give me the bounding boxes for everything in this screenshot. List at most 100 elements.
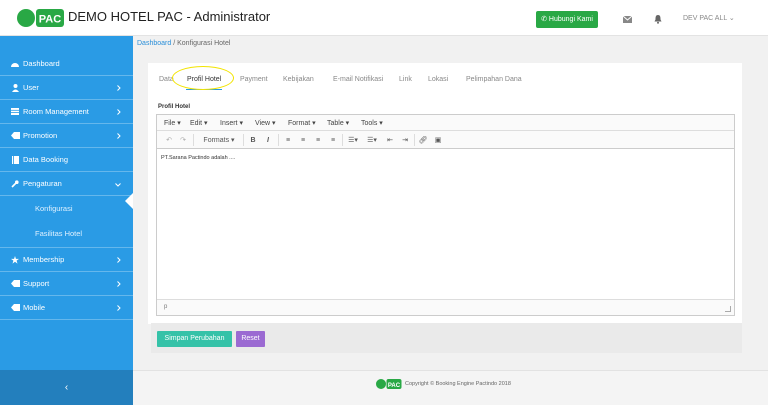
undo-icon[interactable]: ↶ — [164, 134, 174, 146]
tab-pelimpahan-dana[interactable]: Pelimpahan Dana — [466, 76, 522, 83]
indent-icon[interactable]: ⇥ — [400, 134, 410, 146]
sidebar-item-label: Room Management — [23, 107, 89, 116]
footer-logo-text: PAC — [388, 383, 401, 389]
chevron-right-icon — [117, 108, 121, 117]
breadcrumb-current: Konfigurasi Hotel — [177, 40, 231, 47]
sidebar-item-data-booking[interactable]: Data Booking — [0, 148, 133, 172]
booking-icon — [10, 155, 20, 165]
tab-payment[interactable]: Payment — [240, 76, 268, 83]
breadcrumb-separator: / — [173, 40, 176, 47]
profil-hotel-label: Profil Hotel — [158, 104, 191, 110]
sidebar-item-label: Data Booking — [23, 155, 69, 164]
logo-text: PAC — [39, 14, 61, 26]
user-menu[interactable]: DEV PAC ALL ⌄ — [683, 14, 735, 22]
dashboard-icon — [10, 59, 20, 69]
align-justify-icon[interactable]: ≡ — [328, 134, 338, 146]
chevron-right-icon — [117, 84, 121, 93]
sidebar-item-promotion[interactable]: Promotion — [0, 124, 133, 148]
editor-menubar: File ▾ Edit ▾ Insert ▾ View ▾ Format ▾ T… — [157, 115, 734, 131]
sidebar-item-mobile[interactable]: Mobile — [0, 296, 133, 320]
editor-toolbar: ↶ ↷ Formats ▾ B I ≡ ≡ ≡ ≡ ☰▾ ☰▾ ⇤ ⇥ 🔗︎ ▣ — [157, 131, 734, 149]
sidebar-item-membership[interactable]: Membership — [0, 248, 133, 272]
menu-view[interactable]: View ▾ — [255, 119, 276, 127]
sidebar-item-label: Pengaturan — [23, 179, 62, 188]
sidebar-subitem-fasilitas-hotel[interactable]: Fasilitas Hotel — [0, 220, 133, 248]
rich-text-editor: File ▾ Edit ▾ Insert ▾ View ▾ Format ▾ T… — [156, 114, 735, 316]
toolbar-separator — [243, 134, 244, 146]
italic-icon[interactable]: I — [263, 134, 273, 146]
chevron-right-icon — [117, 304, 121, 313]
element-path: p — [164, 304, 168, 310]
sidebar-collapse-button[interactable]: ‹ — [0, 370, 133, 405]
sidebar-item-label: Support — [23, 279, 50, 288]
toolbar-separator — [193, 134, 194, 146]
tab-email-notifikasi[interactable]: E-mail Notifikasi — [333, 76, 383, 83]
formats-dropdown[interactable]: Formats ▾ — [199, 134, 239, 146]
chevron-right-icon — [117, 132, 121, 141]
menu-insert[interactable]: Insert ▾ — [220, 119, 243, 127]
user-name: DEV PAC ALL — [683, 15, 727, 22]
chevron-left-icon: ‹ — [64, 382, 69, 393]
sidebar-item-pengaturan[interactable]: Pengaturan — [0, 172, 133, 196]
chevron-down-icon: ⌄ — [728, 15, 735, 22]
settings-icon — [10, 179, 20, 189]
sidebar-item-label: Membership — [23, 255, 65, 264]
menu-edit[interactable]: Edit ▾ — [190, 119, 208, 127]
toolbar-separator — [278, 134, 279, 146]
menu-tools[interactable]: Tools ▾ — [361, 119, 383, 127]
top-bar: PAC DEMO HOTEL PAC - Administrator ✆ Hub… — [0, 0, 768, 36]
sidebar-item-label: Fasilitas Hotel — [35, 229, 83, 238]
mobile-icon — [10, 303, 20, 313]
toolbar-separator — [414, 134, 415, 146]
breadcrumb-dashboard-link[interactable]: Dashboard — [137, 40, 171, 47]
app-title: DEMO HOTEL PAC - Administrator — [68, 9, 271, 24]
editor-content[interactable]: PT.Sarana Pactindo adalah .... — [161, 155, 235, 161]
hubungi-kami-button[interactable]: ✆ Hubungi Kami — [536, 11, 598, 28]
menu-file[interactable]: File ▾ — [164, 119, 181, 127]
mail-icon[interactable] — [620, 12, 634, 26]
pac-logo: PAC — [17, 9, 64, 27]
sidebar-item-label: Dashboard — [23, 59, 60, 68]
tab-kebijakan[interactable]: Kebijakan — [283, 76, 314, 83]
toolbar-separator — [342, 134, 343, 146]
bullet-list-icon[interactable]: ☰▾ — [346, 134, 360, 146]
sidebar-item-label: Konfigurasi — [35, 203, 73, 213]
reset-button[interactable]: Reset — [236, 331, 265, 347]
sidebar-item-support[interactable]: Support — [0, 272, 133, 296]
support-icon — [10, 279, 20, 289]
sidebar-item-user[interactable]: User — [0, 76, 133, 100]
chevron-right-icon — [117, 280, 121, 289]
outdent-icon[interactable]: ⇤ — [385, 134, 395, 146]
align-center-icon[interactable]: ≡ — [298, 134, 308, 146]
resize-handle-icon[interactable] — [725, 306, 731, 312]
sidebar-item-dashboard[interactable]: Dashboard — [0, 52, 133, 76]
sidebar-subitem-konfigurasi[interactable]: Konfigurasi — [0, 196, 133, 220]
room-icon — [10, 107, 20, 117]
align-right-icon[interactable]: ≡ — [313, 134, 323, 146]
hubungi-kami-label: Hubungi Kami — [548, 16, 593, 23]
star-icon — [10, 255, 20, 265]
user-icon — [10, 83, 20, 93]
tab-link[interactable]: Link — [399, 76, 412, 83]
phone-icon: ✆ — [541, 16, 547, 23]
sidebar-item-room-management[interactable]: Room Management — [0, 100, 133, 124]
bold-icon[interactable]: B — [248, 134, 258, 146]
tab-lokasi[interactable]: Lokasi — [428, 76, 448, 83]
numbered-list-icon[interactable]: ☰▾ — [365, 134, 379, 146]
redo-icon[interactable]: ↷ — [178, 134, 188, 146]
link-icon[interactable]: 🔗︎ — [418, 134, 428, 146]
save-changes-button[interactable]: Simpan Perubahan — [157, 331, 232, 347]
footer-pac-logo: PAC — [376, 379, 402, 389]
menu-format[interactable]: Format ▾ — [288, 119, 316, 127]
chevron-right-icon — [117, 256, 121, 265]
promotion-icon — [10, 131, 20, 141]
sidebar-item-label: Mobile — [23, 303, 46, 312]
align-left-icon[interactable]: ≡ — [283, 134, 293, 146]
image-icon[interactable]: ▣ — [433, 134, 443, 146]
chevron-down-icon — [115, 180, 121, 189]
sidebar-item-label: User — [23, 83, 39, 92]
breadcrumb: Dashboard / Konfigurasi Hotel — [137, 40, 230, 47]
menu-table[interactable]: Table ▾ — [327, 119, 349, 127]
bell-icon[interactable] — [651, 12, 665, 26]
editor-statusbar: p — [157, 299, 734, 315]
